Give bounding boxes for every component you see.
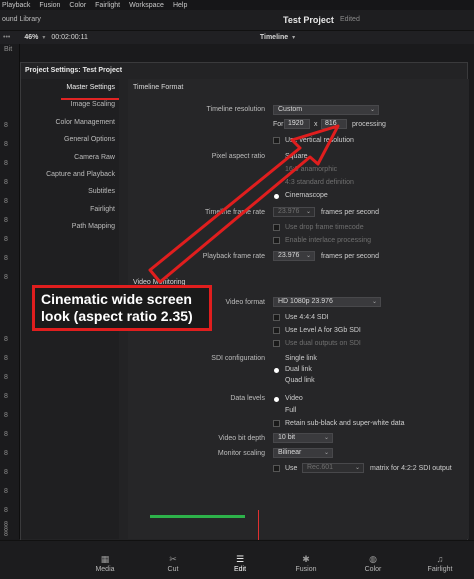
- cut-icon: ✂: [169, 554, 177, 564]
- page-media[interactable]: ▦ Media: [75, 554, 135, 573]
- media-icon: ▦: [100, 554, 110, 564]
- annotation-callout: Cinematic wide screen look (aspect ratio…: [32, 285, 212, 331]
- callout-line-1: Cinematic wide screen: [41, 291, 192, 307]
- page-fusion-label: Fusion: [295, 566, 317, 573]
- page-media-label: Media: [95, 566, 115, 573]
- page-navigation-bar: ▦ Media ✂ Cut ☰ Edit ✱ Fusion ◍ Color ♫ …: [0, 540, 474, 579]
- page-fusion[interactable]: ✱ Fusion: [276, 554, 336, 573]
- callout-line-2: look (aspect ratio 2.35): [41, 308, 193, 324]
- page-cut-label: Cut: [167, 566, 179, 573]
- page-cut[interactable]: ✂ Cut: [143, 554, 203, 573]
- page-color[interactable]: ◍ Color: [343, 554, 403, 573]
- page-fairlight-label: Fairlight: [427, 566, 453, 573]
- fairlight-icon: ♫: [436, 554, 444, 564]
- edit-icon: ☰: [235, 554, 245, 564]
- arrow-outline: [148, 124, 340, 284]
- fusion-icon: ✱: [302, 554, 310, 564]
- page-edit[interactable]: ☰ Edit: [210, 554, 270, 573]
- color-icon: ◍: [369, 554, 377, 564]
- page-edit-label: Edit: [233, 566, 247, 573]
- page-fairlight[interactable]: ♫ Fairlight: [410, 554, 470, 573]
- page-color-label: Color: [364, 566, 382, 573]
